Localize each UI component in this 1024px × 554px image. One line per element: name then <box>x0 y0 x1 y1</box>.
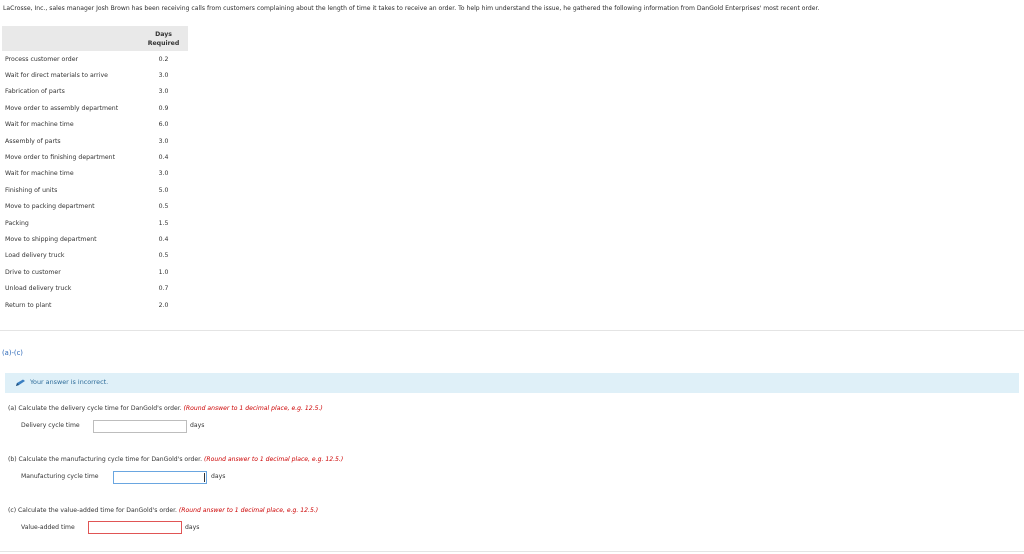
days-cell: 3.0 <box>158 137 169 145</box>
delivery-cycle-time-label: Delivery cycle time <box>21 422 80 429</box>
activity-cell: Packing <box>5 219 29 227</box>
table-row: Move to shipping department 0.4 <box>2 231 188 247</box>
header-line-days: Days <box>155 30 172 38</box>
value-added-time-label: Value-added time <box>21 524 75 531</box>
table-row: Return to plant 2.0 <box>2 297 188 313</box>
question-c: (c) Calculate the value-added time for D… <box>8 507 318 514</box>
days-cell: 3.0 <box>158 170 169 178</box>
activity-cell: Wait for direct materials to arrive <box>5 72 108 80</box>
text-cursor <box>204 473 205 482</box>
table-row: Process customer order 0.2 <box>2 51 188 67</box>
manufacturing-cycle-time-unit: days <box>211 473 226 480</box>
table-row: Move order to finishing department 0.4 <box>2 149 188 165</box>
problem-intro: LaCrosse, Inc., sales manager Josh Brown… <box>3 5 820 12</box>
table-row: Move to packing department 0.5 <box>2 199 188 215</box>
activity-cell: Finishing of units <box>5 186 58 194</box>
question-b: (b) Calculate the manufacturing cycle ti… <box>8 456 343 463</box>
delivery-cycle-time-input[interactable] <box>93 420 187 433</box>
days-cell: 0.4 <box>158 235 169 243</box>
days-cell: 0.5 <box>158 252 169 260</box>
bottom-divider <box>0 551 1024 552</box>
activity-cell: Process customer order <box>5 55 79 63</box>
table-row: Unload delivery truck 0.7 <box>2 280 188 296</box>
days-cell: 3.0 <box>158 72 169 80</box>
manufacturing-cycle-time-input[interactable] <box>113 471 207 484</box>
activity-cell: Return to plant <box>5 301 52 309</box>
activity-cell: Move order to finishing department <box>5 154 116 162</box>
question-a: (a) Calculate the delivery cycle time fo… <box>8 405 323 412</box>
value-added-time-input[interactable] <box>88 521 182 534</box>
activity-table: Days Required Process customer order 0.2 W… <box>2 26 188 313</box>
table-row: Assembly of parts 3.0 <box>2 133 188 149</box>
pencil-icon <box>16 379 25 386</box>
table-row: Load delivery truck 0.5 <box>2 248 188 264</box>
days-cell: 1.5 <box>158 219 169 227</box>
question-a-hint: (Round answer to 1 decimal place, e.g. 1… <box>183 405 323 412</box>
activity-column-header <box>2 26 139 51</box>
table-row: Fabrication of parts 3.0 <box>2 84 188 100</box>
days-cell: 6.0 <box>158 121 169 129</box>
table-row: Wait for machine time 6.0 <box>2 117 188 133</box>
days-cell: 0.4 <box>158 154 169 162</box>
delivery-cycle-time-unit: days <box>190 422 205 429</box>
table-row: Packing 1.5 <box>2 215 188 231</box>
days-cell: 0.2 <box>158 55 169 63</box>
manufacturing-cycle-time-label: Manufacturing cycle time <box>21 473 99 480</box>
question-c-hint: (Round answer to 1 decimal place, e.g. 1… <box>178 507 319 514</box>
header-line-required: Required <box>147 39 180 47</box>
activity-cell: Wait for machine time <box>5 170 74 178</box>
table-row: Move order to assembly department 0.9 <box>2 100 188 116</box>
section-divider <box>0 330 1024 331</box>
activity-table-body: Process customer order 0.2 Wait for direct… <box>2 51 188 313</box>
activity-cell: Move to shipping department <box>5 235 97 243</box>
days-required-header: Days Required <box>139 26 188 51</box>
activity-cell: Drive to customer <box>5 268 61 276</box>
activity-cell: Load delivery truck <box>5 252 65 260</box>
question-c-text: (c) Calculate the value-added time for D… <box>8 507 177 514</box>
table-row: Wait for direct materials to arrive 3.0 <box>2 67 188 83</box>
feedback-banner: Your answer is incorrect. <box>5 373 1019 393</box>
part-link[interactable]: (a)-(c) <box>2 349 23 357</box>
activity-cell: Fabrication of parts <box>5 88 65 96</box>
days-cell: 0.7 <box>158 285 169 293</box>
activity-cell: Move to packing department <box>5 203 95 211</box>
days-cell: 0.5 <box>158 203 169 211</box>
days-cell: 0.9 <box>158 104 169 112</box>
question-a-text: (a) Calculate the delivery cycle time fo… <box>8 405 182 412</box>
feedback-message: Your answer is incorrect. <box>30 378 109 386</box>
table-row: Wait for machine time 3.0 <box>2 166 188 182</box>
days-cell: 5.0 <box>158 186 169 194</box>
table-row: Drive to customer 1.0 <box>2 264 188 280</box>
days-cell: 1.0 <box>158 268 169 276</box>
question-b-hint: (Round answer to 1 decimal place, e.g. 1… <box>204 456 344 463</box>
value-added-time-unit: days <box>185 524 200 531</box>
activity-cell: Move order to assembly department <box>5 104 119 112</box>
days-cell: 3.0 <box>158 88 169 96</box>
activity-cell: Wait for machine time <box>5 121 74 129</box>
days-cell: 2.0 <box>158 301 169 309</box>
activity-cell: Assembly of parts <box>5 137 61 145</box>
activity-cell: Unload delivery truck <box>5 285 72 293</box>
table-row: Finishing of units 5.0 <box>2 182 188 198</box>
question-b-text: (b) Calculate the manufacturing cycle ti… <box>8 456 203 463</box>
